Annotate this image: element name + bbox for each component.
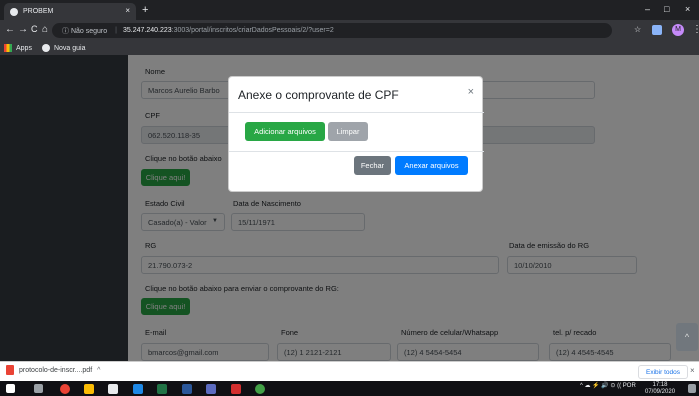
- clock-date: 07/09/2020: [645, 388, 676, 395]
- bookmark-label: Apps: [16, 44, 32, 52]
- window-close-icon[interactable]: ×: [685, 4, 690, 14]
- reload-icon[interactable]: C: [31, 24, 38, 34]
- maximize-icon[interactable]: □: [664, 4, 669, 14]
- whatsapp-icon[interactable]: [255, 384, 265, 394]
- outlook-icon[interactable]: [133, 384, 143, 394]
- address-separator: |: [115, 27, 117, 34]
- back-icon[interactable]: ←: [5, 24, 15, 35]
- download-item[interactable]: protocolo-de-inscr....pdf ^: [6, 365, 100, 375]
- modal-body: Adicionar arquivos Limpar: [229, 113, 484, 151]
- address-bar[interactable]: ⓘ Não seguro | 35.247.240.223:3003/porta…: [52, 23, 612, 38]
- url-path: :3003/portal/inscritos/criarDadosPessoai…: [171, 27, 334, 34]
- start-icon[interactable]: [6, 384, 15, 393]
- download-shelf: protocolo-de-inscr....pdf ^ Exibir todos…: [0, 361, 699, 381]
- clock[interactable]: 17:18 07/09/2020: [645, 382, 675, 395]
- apps-icon: [4, 44, 12, 52]
- pdf-file-icon: [6, 365, 14, 375]
- word-icon[interactable]: [182, 384, 192, 394]
- url-host: 35.247.240.223: [122, 27, 172, 34]
- profile-avatar[interactable]: M: [672, 24, 684, 36]
- browser-tab[interactable]: PROBEM ×: [4, 3, 136, 20]
- app-icon[interactable]: [206, 384, 216, 394]
- store-icon[interactable]: [108, 384, 118, 394]
- forward-icon[interactable]: →: [18, 24, 28, 35]
- task-view-icon[interactable]: [34, 384, 43, 393]
- home-icon[interactable]: ⌂: [42, 24, 48, 35]
- bookmarks-bar: Apps Nova guia: [0, 41, 699, 55]
- system-tray[interactable]: ^ ☁ ⚡ 🔊 ⊙ (( POR: [580, 382, 636, 389]
- modal-header: Anexe o comprovante de CPF ×: [229, 77, 484, 113]
- notifications-icon[interactable]: [688, 384, 696, 393]
- chrome-icon[interactable]: [60, 384, 70, 394]
- security-label: Não seguro: [70, 27, 108, 35]
- bookmark-star-icon[interactable]: ☆: [634, 25, 641, 34]
- add-files-button[interactable]: Adicionar arquivos: [245, 122, 325, 141]
- minimize-icon[interactable]: –: [645, 4, 650, 14]
- attach-files-button[interactable]: Anexar arquivos: [395, 156, 468, 175]
- modal-footer-divider: [229, 151, 484, 152]
- windows-taskbar: ^ ☁ ⚡ 🔊 ⊙ (( POR 17:18 07/09/2020: [0, 381, 699, 396]
- bookmark-apps[interactable]: Apps: [4, 44, 32, 52]
- bookmark-nova-guia[interactable]: Nova guia: [41, 44, 86, 52]
- download-filename: protocolo-de-inscr....pdf: [19, 366, 93, 374]
- browser-title-bar: PROBEM × + – □ ×: [0, 0, 699, 20]
- chevron-up-icon[interactable]: ^: [97, 367, 100, 374]
- browser-toolbar: ← → C ⌂ ⓘ Não seguro | 35.247.240.223:30…: [0, 20, 699, 41]
- clear-button[interactable]: Limpar: [328, 122, 368, 141]
- download-shelf-close-icon[interactable]: ×: [690, 366, 695, 375]
- scroll-to-top-button[interactable]: ^: [676, 323, 698, 351]
- favicon-icon: [10, 7, 18, 16]
- modal-close-icon[interactable]: ×: [468, 86, 474, 98]
- extension-icon[interactable]: [652, 25, 662, 35]
- cpf-upload-modal: Anexe o comprovante de CPF × Adicionar a…: [228, 76, 484, 192]
- globe-icon: [41, 44, 50, 52]
- security-info-icon[interactable]: ⓘ Não seguro: [62, 26, 107, 36]
- tray-icons: ^ ☁ ⚡ 🔊 ⊙ (( POR: [580, 383, 636, 389]
- show-all-downloads-button[interactable]: Exibir todos: [638, 365, 688, 379]
- bookmark-label: Nova guia: [53, 44, 86, 52]
- page-viewport: Nome Marcos Aurelio Barbo CPF 062.520.11…: [0, 55, 699, 361]
- file-explorer-icon[interactable]: [84, 384, 94, 394]
- excel-icon[interactable]: [157, 384, 167, 394]
- new-tab-icon[interactable]: +: [142, 4, 148, 16]
- tab-close-icon[interactable]: ×: [125, 6, 130, 15]
- close-modal-button[interactable]: Fechar: [354, 156, 391, 175]
- modal-title: Anexe o comprovante de CPF: [238, 88, 399, 102]
- tab-title: PROBEM: [23, 8, 54, 15]
- menu-more-icon[interactable]: ⋮: [692, 24, 699, 35]
- acrobat-icon[interactable]: [231, 384, 241, 394]
